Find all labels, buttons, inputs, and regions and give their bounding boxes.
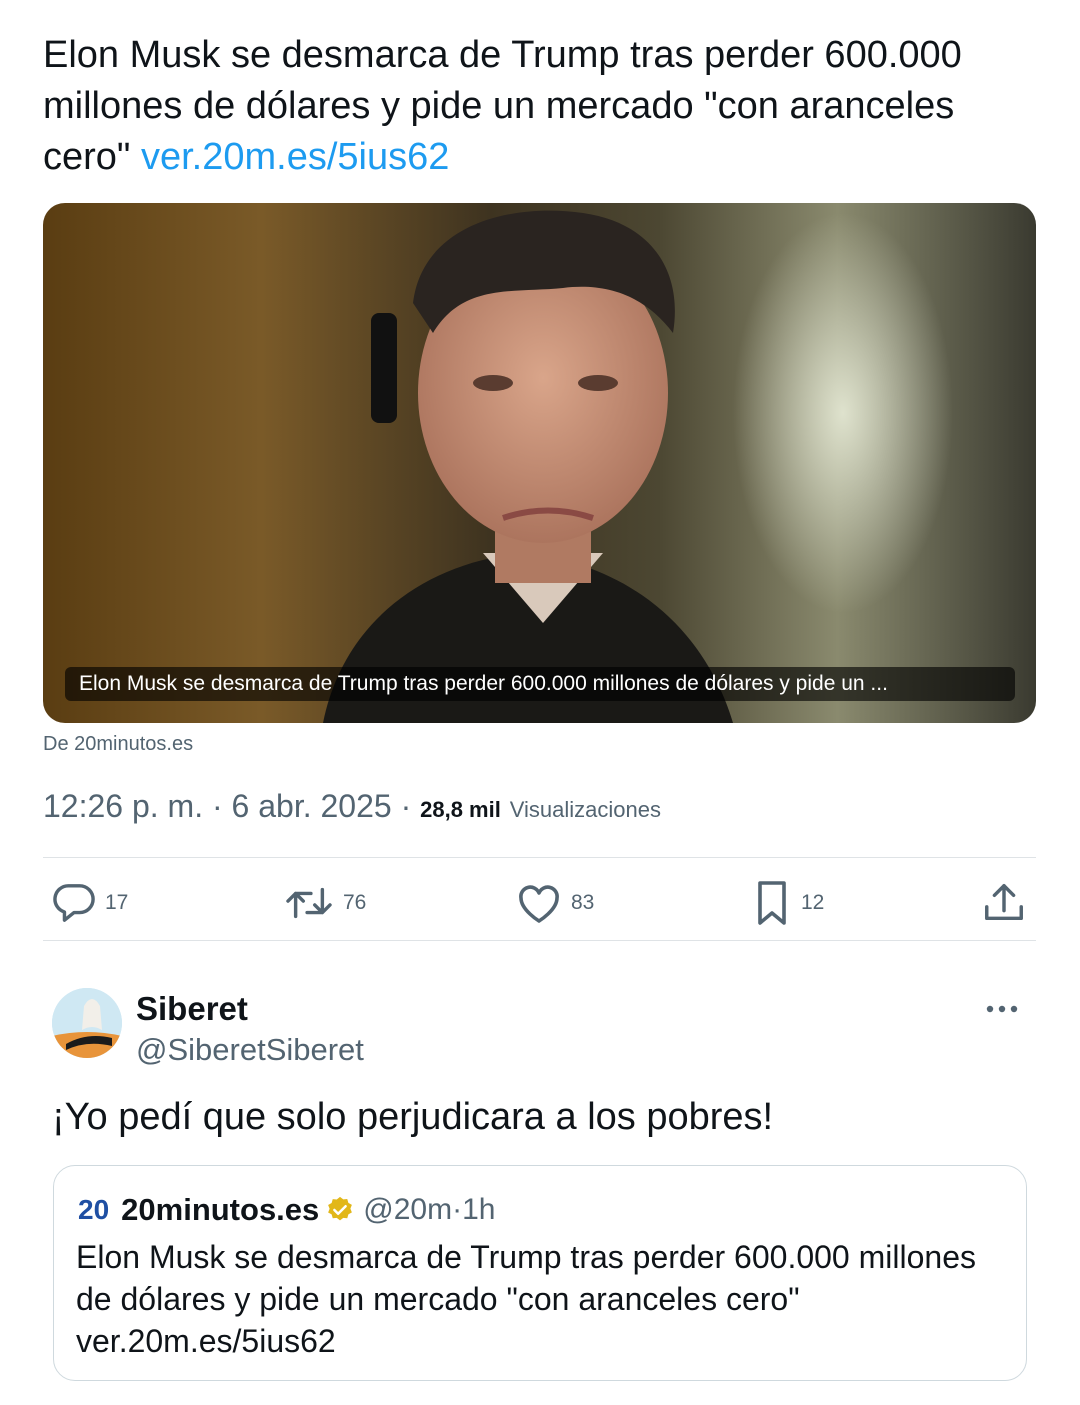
like-button[interactable]: 83: [515, 878, 594, 928]
retweet-icon: [286, 887, 332, 919]
video-media[interactable]: Elon Musk se desmarca de Trump tras perd…: [43, 203, 1036, 723]
video-frame: [323, 210, 953, 723]
tweet-meta: 12:26 p. m. · 6 abr. 2025 · 28,8 mil Vis…: [43, 788, 661, 825]
user-handle[interactable]: @SiberetSiberet: [136, 1032, 364, 1068]
user-name[interactable]: Siberet: [136, 990, 248, 1028]
share-icon: [985, 884, 1023, 921]
verified-badge-icon: [325, 1195, 355, 1225]
more-icon: [986, 1005, 1018, 1013]
retweet-count: 76: [343, 891, 367, 914]
bookmark-count: 12: [801, 891, 825, 914]
quote-header: 20 20minutos.es @20m · 1h: [78, 1190, 495, 1230]
bookmark-button[interactable]: 12: [751, 878, 824, 928]
action-bar: 17 76 83 12: [43, 870, 1036, 936]
more-button[interactable]: [982, 994, 1022, 1024]
quoted-tweet[interactable]: 20 20minutos.es @20m · 1h Elon Musk se d…: [53, 1165, 1027, 1381]
quote-user-name[interactable]: 20minutos.es: [121, 1192, 319, 1228]
divider: [43, 940, 1036, 941]
quote-separator: ·: [452, 1193, 463, 1226]
quote-text: Elon Musk se desmarca de Trump tras perd…: [76, 1239, 976, 1359]
bookmark-icon: [758, 881, 786, 925]
divider: [43, 857, 1036, 858]
reply-text: ¡Yo pedí que solo perjudicara a los pobr…: [52, 1096, 774, 1138]
share-button[interactable]: [981, 878, 1027, 928]
reply-button[interactable]: 17: [51, 878, 128, 928]
tweet-time[interactable]: 12:26 p. m.: [43, 788, 203, 824]
retweet-button[interactable]: 76: [283, 878, 366, 928]
reply-icon: [53, 884, 95, 922]
like-icon: [519, 885, 559, 923]
tweet-text: Elon Musk se desmarca de Trump tras perd…: [43, 30, 1043, 183]
meta-separator: ·: [211, 788, 232, 824]
tweet-date[interactable]: 6 abr. 2025: [232, 788, 392, 824]
reply-count: 17: [105, 891, 129, 914]
quote-avatar[interactable]: 20: [78, 1194, 109, 1226]
views-count: 28,8 mil: [420, 797, 501, 822]
card-source[interactable]: De 20minutos.es: [43, 733, 193, 756]
avatar[interactable]: [52, 988, 122, 1058]
video-caption: Elon Musk se desmarca de Trump tras perd…: [65, 667, 1015, 701]
quote-time[interactable]: 1h: [462, 1193, 495, 1227]
tweet-link[interactable]: ver.20m.es/5ius62: [141, 136, 449, 178]
reply-header: Siberet @SiberetSiberet: [52, 988, 1042, 1068]
quote-handle[interactable]: @20m: [363, 1193, 452, 1227]
tweet-thread: Elon Musk se desmarca de Trump tras perd…: [0, 0, 1080, 1405]
views-label: Visualizaciones: [509, 797, 661, 822]
like-count: 83: [571, 891, 595, 914]
avatar-image: [52, 988, 122, 1058]
meta-separator: ·: [400, 788, 421, 824]
